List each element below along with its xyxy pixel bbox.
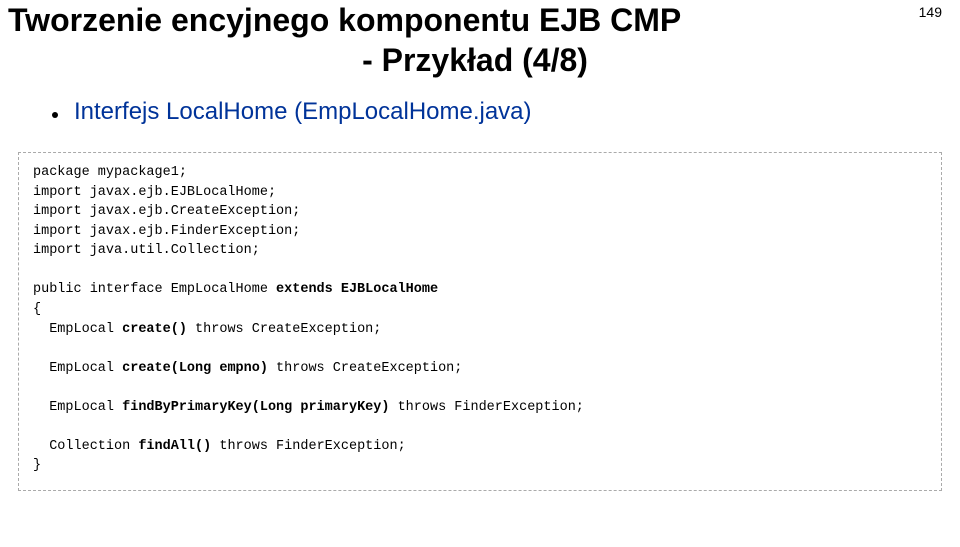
code-method: create() — [122, 322, 187, 337]
code-line: public interface EmpLocalHome — [33, 282, 276, 297]
code-line: throws CreateException; — [187, 322, 381, 337]
code-method: findByPrimaryKey(Long primaryKey) — [122, 400, 389, 415]
code-line: import javax.ejb.FinderException; — [33, 224, 300, 239]
code-line: package mypackage1; — [33, 165, 187, 180]
code-line: { — [33, 302, 41, 317]
code-method: findAll() — [138, 439, 211, 454]
page-number: 149 — [919, 4, 942, 20]
code-line: throws CreateException; — [268, 361, 462, 376]
bullet-item: Interfejs LocalHome (EmpLocalHome.java) — [52, 98, 960, 126]
slide-title: Tworzenie encyjnego komponentu EJB CMP -… — [0, 0, 960, 80]
code-line: throws FinderException; — [389, 400, 583, 415]
code-line: import javax.ejb.CreateException; — [33, 204, 300, 219]
code-line: EmpLocal — [33, 400, 122, 415]
code-line: EmpLocal — [33, 361, 122, 376]
code-block: package mypackage1; import javax.ejb.EJB… — [18, 152, 942, 491]
title-line-2: - Przykład (4/8) — [8, 40, 942, 80]
code-keyword: extends EJBLocalHome — [276, 282, 438, 297]
code-line: throws FinderException; — [211, 439, 405, 454]
code-method: create(Long empno) — [122, 361, 268, 376]
bullet-icon — [52, 112, 58, 118]
title-line-1: Tworzenie encyjnego komponentu EJB CMP — [8, 0, 942, 40]
code-line: EmpLocal — [33, 322, 122, 337]
code-line: import javax.ejb.EJBLocalHome; — [33, 185, 276, 200]
bullet-text: Interfejs LocalHome (EmpLocalHome.java) — [74, 98, 532, 126]
code-line: Collection — [33, 439, 138, 454]
code-line: } — [33, 458, 41, 473]
code-line: import java.util.Collection; — [33, 243, 260, 258]
